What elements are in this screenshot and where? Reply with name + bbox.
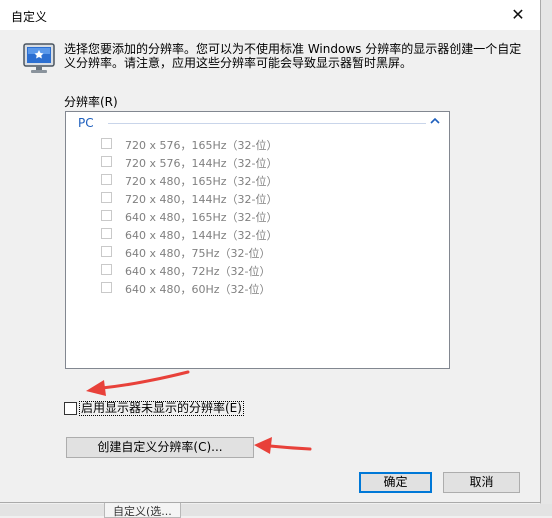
custom-resolution-dialog: 自定义 ✕ 选择您要添加的分辨率。您可以为不使用标准 Windows 分辨率的显… [0, 0, 541, 503]
ok-button[interactable]: 确定 [359, 472, 432, 493]
background-window-edge [540, 0, 552, 516]
create-custom-resolution-button[interactable]: 创建自定义分辨率(C)... [66, 437, 254, 458]
background-window-bottom [0, 504, 552, 516]
dialog-title: 自定义 [11, 10, 48, 24]
monitor-icon [23, 43, 55, 73]
enable-label[interactable]: 启用显示器未显示的分辨率(E) [79, 401, 244, 416]
item-checkbox[interactable] [101, 246, 112, 257]
item-checkbox[interactable] [101, 156, 112, 167]
item-label: 640 x 480，75Hz（32-位） [125, 247, 271, 260]
intro-text: 选择您要添加的分辨率。您可以为不使用标准 Windows 分辨率的显示器创建一个… [64, 42, 522, 70]
close-button[interactable]: ✕ [496, 0, 540, 30]
group-label: PC [78, 116, 94, 130]
resolution-label: 分辨率(R) [64, 95, 118, 109]
item-label: 720 x 480，165Hz（32-位） [125, 175, 278, 188]
item-checkbox[interactable] [101, 174, 112, 185]
item-label: 640 x 480，144Hz（32-位） [125, 229, 278, 242]
item-label: 640 x 480，72Hz（32-位） [125, 265, 271, 278]
item-checkbox[interactable] [101, 282, 112, 293]
enable-checkbox[interactable] [64, 402, 77, 415]
chevron-up-icon[interactable] [430, 116, 440, 129]
resolution-list[interactable]: PC 720 x 576，165Hz（32-位） 720 x 576，144Hz… [65, 111, 450, 369]
item-checkbox[interactable] [101, 210, 112, 221]
group-divider [108, 123, 426, 124]
item-label: 720 x 576，144Hz（32-位） [125, 157, 278, 170]
item-label: 640 x 480，165Hz（32-位） [125, 211, 278, 224]
item-checkbox[interactable] [101, 228, 112, 239]
cancel-button[interactable]: 取消 [443, 472, 520, 493]
item-checkbox[interactable] [101, 192, 112, 203]
item-checkbox[interactable] [101, 264, 112, 275]
group-header-pc[interactable]: PC [78, 116, 444, 130]
item-label: 640 x 480，60Hz（32-位） [125, 283, 271, 296]
item-checkbox[interactable] [101, 138, 112, 149]
item-label: 720 x 480，144Hz（32-位） [125, 193, 278, 206]
item-label: 720 x 576，165Hz（32-位） [125, 139, 278, 152]
title-bar: 自定义 ✕ [0, 0, 540, 30]
